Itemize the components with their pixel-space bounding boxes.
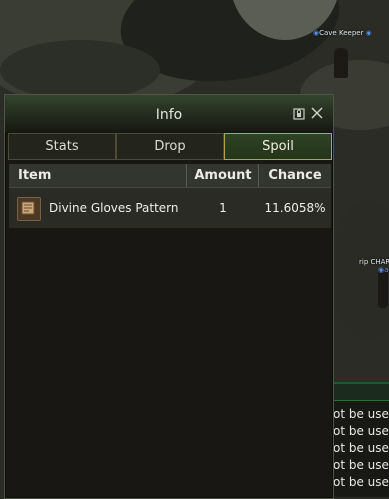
lock-icon[interactable] xyxy=(293,108,305,120)
info-window: Info Stats Drop Spoil Item Amount Chance xyxy=(4,94,334,499)
chat-line: ot be used xyxy=(333,441,389,455)
window-title-bar[interactable]: Info xyxy=(5,95,333,134)
tab-drop[interactable]: Drop xyxy=(116,133,224,160)
item-chance: 11.6058% xyxy=(264,201,326,215)
table-row[interactable]: Divine Gloves Pattern 1 11.6058% xyxy=(9,188,331,228)
chat-line: ot be used xyxy=(333,424,389,438)
spoil-table: Divine Gloves Pattern 1 11.6058% xyxy=(9,188,331,493)
tab-spoil[interactable]: Spoil xyxy=(224,133,332,160)
close-icon[interactable] xyxy=(311,107,323,119)
window-title: Info xyxy=(155,107,183,123)
npc-nameplate: Cave Keeper xyxy=(313,29,372,37)
table-header: Item Amount Chance xyxy=(9,164,331,188)
column-header-item[interactable]: Item xyxy=(18,164,51,187)
recipe-scroll-icon xyxy=(17,197,41,221)
player-character[interactable] xyxy=(378,268,388,308)
cave-rock xyxy=(0,40,160,100)
chat-header-bar[interactable] xyxy=(333,382,389,401)
chat-line: ot be used xyxy=(333,458,389,472)
chat-window: ot be used ot be used ot be used ot be u… xyxy=(333,382,389,497)
npc-character[interactable] xyxy=(334,48,348,78)
tab-stats[interactable]: Stats xyxy=(8,133,116,160)
item-amount: 1 xyxy=(219,201,227,215)
clan-mark: ◉a xyxy=(378,266,389,274)
player-nameplate: rip CHARLI xyxy=(359,258,389,266)
chat-line: ot be used xyxy=(333,407,389,421)
item-name: Divine Gloves Pattern xyxy=(49,201,179,215)
chat-line: ot be used xyxy=(333,475,389,489)
column-header-amount[interactable]: Amount xyxy=(187,164,259,187)
chat-log: ot be used ot be used ot be used ot be u… xyxy=(333,406,389,491)
column-header-chance[interactable]: Chance xyxy=(259,164,331,187)
tab-bar: Stats Drop Spoil xyxy=(8,133,332,160)
